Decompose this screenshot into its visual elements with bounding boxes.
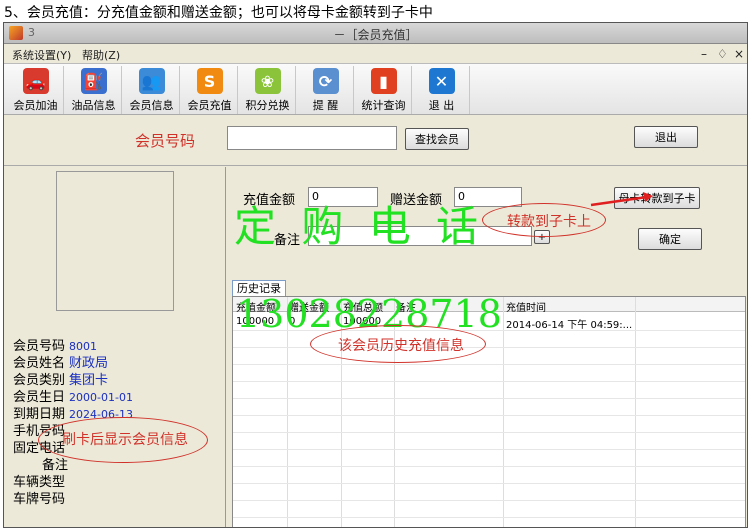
toolbar-label: 提 醒 <box>312 99 339 112</box>
toolbar-label: 会员加油 <box>13 99 58 112</box>
toolbar-label: 油品信息 <box>71 99 116 112</box>
grid-divider <box>233 347 745 348</box>
grid-divider <box>233 381 745 382</box>
toolbar-button-3[interactable]: S 会员充值 <box>182 66 238 114</box>
members-icon: 👥 <box>138 68 165 94</box>
column-header[interactable]: 充值时间 <box>506 299 546 314</box>
watermark-title: 定 购 电 话 <box>234 202 485 251</box>
toolbar-button-7[interactable]: ✕ 退 出 <box>414 66 470 114</box>
app-window: 3 －［会员充值］ 系统设置(Y) 帮助(Z) – ♢ × 🚗 会员加油 ⛽ 油品信息… <box>3 22 748 528</box>
grid-divider <box>233 466 745 467</box>
grid-divider <box>233 398 745 399</box>
grid-divider <box>233 449 745 450</box>
member-no-input[interactable] <box>227 126 397 150</box>
search-bar: 会员号码 查找会员 退出 <box>4 116 747 166</box>
grid-divider <box>503 297 504 527</box>
close-icon[interactable]: × <box>734 47 744 61</box>
stats-icon: ▮ <box>370 68 397 94</box>
swipe-note: 刷卡后显示会员信息 <box>62 432 188 448</box>
toolbar-button-2[interactable]: 👥 会员信息 <box>124 66 180 114</box>
car-icon: 🚗 <box>22 68 49 94</box>
member-field-label: 车牌号码 <box>13 492 66 507</box>
member-photo <box>56 171 174 311</box>
toolbar-label: 积分兑换 <box>245 99 290 112</box>
recharge-icon: S <box>196 68 223 94</box>
exit-button[interactable]: 退出 <box>634 126 698 148</box>
toolbar: 🚗 会员加油 ⛽ 油品信息 👥 会员信息 S 会员充值 ❀ 积分兑换 ⟳ 提 醒 ▮ 统计查询 ✕ 退 出 <box>4 63 747 115</box>
toolbar-label: 退 出 <box>428 99 455 112</box>
member-info-panel: 会员号码 8001 会员姓名 财政局 会员类别 集团卡 会员生日 2000-01-01 到期日期… <box>4 167 226 527</box>
menu-bar: 系统设置(Y) 帮助(Z) – ♢ × <box>4 45 747 63</box>
toolbar-button-5[interactable]: ⟳ 提 醒 <box>298 66 354 114</box>
transfer-note: 转款到子卡上 <box>507 214 591 230</box>
arrow-icon <box>590 192 653 207</box>
reminder-icon: ⟳ <box>312 68 339 94</box>
confirm-button[interactable]: 确定 <box>638 228 702 250</box>
minimize-icon[interactable]: – <box>701 47 707 61</box>
restore-icon[interactable]: ♢ <box>717 47 728 61</box>
caption: 5、会员充值：分充值金额和赠送金额；也可以将母卡金额转到子卡中 <box>4 5 433 21</box>
oil-icon: ⛽ <box>80 68 107 94</box>
member-no-label: 会员号码 <box>135 132 196 150</box>
search-member-button[interactable]: 查找会员 <box>405 128 469 150</box>
exit-icon: ✕ <box>428 68 455 94</box>
grid-divider <box>233 415 745 416</box>
menu-system-settings[interactable]: 系统设置(Y) <box>12 47 71 63</box>
menu-help[interactable]: 帮助(Z) <box>82 47 120 63</box>
grid-divider <box>233 517 745 518</box>
toolbar-button-0[interactable]: 🚗 会员加油 <box>8 66 64 114</box>
toolbar-button-4[interactable]: ❀ 积分兑换 <box>240 66 296 114</box>
grid-divider <box>635 297 636 527</box>
window-title: －［会员充值］ <box>333 28 418 42</box>
grid-divider <box>233 500 745 501</box>
grid-divider <box>233 483 745 484</box>
toolbar-button-1[interactable]: ⛽ 油品信息 <box>66 66 122 114</box>
table-cell: 2014-06-14 下午 04:59:... <box>506 320 633 331</box>
points-icon: ❀ <box>254 68 281 94</box>
toolbar-label: 统计查询 <box>361 99 406 112</box>
toolbar-label: 会员信息 <box>129 99 174 112</box>
member-row: 车牌号码 <box>13 488 69 507</box>
grid-divider <box>233 364 745 365</box>
grid-divider <box>233 432 745 433</box>
toolbar-button-6[interactable]: ▮ 统计查询 <box>356 66 412 114</box>
title-bar: 3 －［会员充值］ <box>4 23 747 44</box>
toolbar-label: 会员充值 <box>187 99 232 112</box>
history-note: 该会员历史充值信息 <box>338 338 464 354</box>
